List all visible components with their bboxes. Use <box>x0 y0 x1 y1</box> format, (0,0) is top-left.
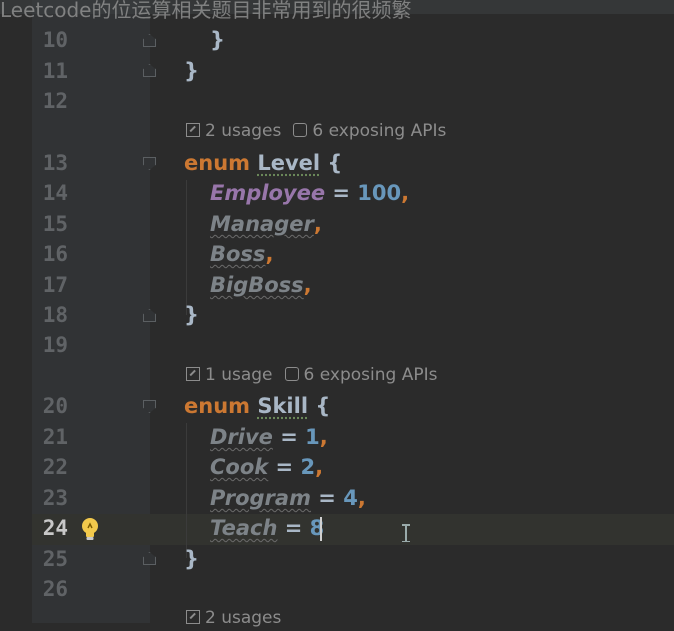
inlay-hint-skill[interactable]: 1 usage 6 exposing APIs <box>186 362 437 388</box>
line-number: 10 <box>42 28 68 52</box>
exposing-apis[interactable]: 6 exposing APIs <box>312 121 446 141</box>
line-number: 18 <box>42 303 68 327</box>
enum-member: Manager, <box>210 212 322 236</box>
enum-member: Cook = 2, <box>210 455 324 479</box>
line-number: 12 <box>42 89 68 113</box>
line-number: 17 <box>42 273 68 297</box>
line-number-current: 24 <box>42 516 68 540</box>
line-number: 25 <box>42 547 68 571</box>
enum-member-name[interactable]: Employee <box>210 181 325 205</box>
usages-icon <box>186 367 200 381</box>
text-cursor <box>320 517 322 541</box>
enum-member-name[interactable]: BigBoss <box>210 273 304 297</box>
code-line: } <box>184 547 199 571</box>
usages-icon <box>186 610 200 624</box>
video-caption-overlay: Leetcode的位运算相关题目非常用到的很频繁 <box>0 0 412 22</box>
gutter-margin <box>0 0 32 623</box>
line-number: 19 <box>42 333 68 357</box>
enum-value: 2 <box>300 455 316 479</box>
indent-guide <box>186 180 187 315</box>
line-number: 22 <box>42 455 68 479</box>
enum-declaration: enum Level { <box>184 151 343 175</box>
enum-member-name[interactable]: Teach <box>210 516 277 540</box>
code-line: } <box>210 28 225 52</box>
usages-count[interactable]: 1 usage <box>205 365 273 385</box>
line-number: 26 <box>42 577 68 601</box>
line-number: 16 <box>42 242 68 266</box>
exposing-apis[interactable]: 6 exposing APIs <box>304 365 438 385</box>
lightbulb-icon[interactable] <box>79 516 101 542</box>
enum-member-name[interactable]: Program <box>210 486 311 510</box>
mouse-ibeam-cursor <box>402 524 410 542</box>
enum-member: Drive = 1, <box>210 425 328 449</box>
enum-member: Program = 4, <box>210 486 366 510</box>
line-number: 21 <box>42 425 68 449</box>
code-line: } <box>184 303 199 327</box>
enum-member: Boss, <box>210 242 274 266</box>
enum-member: Teach = 8 <box>210 516 325 540</box>
puzzle-icon <box>284 367 299 381</box>
line-number: 15 <box>42 212 68 236</box>
enum-declaration: enum Skill { <box>184 394 331 418</box>
enum-value: 1 <box>305 425 320 449</box>
enum-member-name[interactable]: Boss <box>210 242 265 266</box>
inlay-hint-next[interactable]: 2 usages <box>186 605 281 631</box>
enum-value: 8 <box>309 516 325 540</box>
enum-member: Employee = 100, <box>210 181 410 205</box>
usages-count[interactable]: 2 usages <box>205 608 281 628</box>
line-number: 14 <box>42 181 68 205</box>
line-number: 20 <box>42 394 68 418</box>
enum-member: BigBoss, <box>210 273 312 297</box>
current-line-highlight <box>32 514 674 545</box>
usages-count[interactable]: 2 usages <box>205 121 281 141</box>
line-number: 11 <box>42 59 68 83</box>
usages-icon <box>186 123 200 137</box>
enum-member-name[interactable]: Manager <box>210 212 314 236</box>
keyword: enum <box>184 151 251 175</box>
line-number: 13 <box>42 151 68 175</box>
enum-member-name[interactable]: Cook <box>210 455 268 479</box>
enum-value: 100 <box>357 181 402 205</box>
enum-member-name[interactable]: Drive <box>210 425 273 449</box>
indent-guide <box>186 423 187 558</box>
line-number: 23 <box>42 486 68 510</box>
enum-value: 4 <box>343 486 358 510</box>
enum-name[interactable]: Skill <box>257 394 308 418</box>
keyword: enum <box>184 394 251 418</box>
inlay-hint-level[interactable]: 2 usages 6 exposing APIs <box>186 118 446 144</box>
puzzle-icon <box>293 123 308 137</box>
enum-name[interactable]: Level <box>257 151 320 175</box>
code-line: } <box>184 59 199 83</box>
